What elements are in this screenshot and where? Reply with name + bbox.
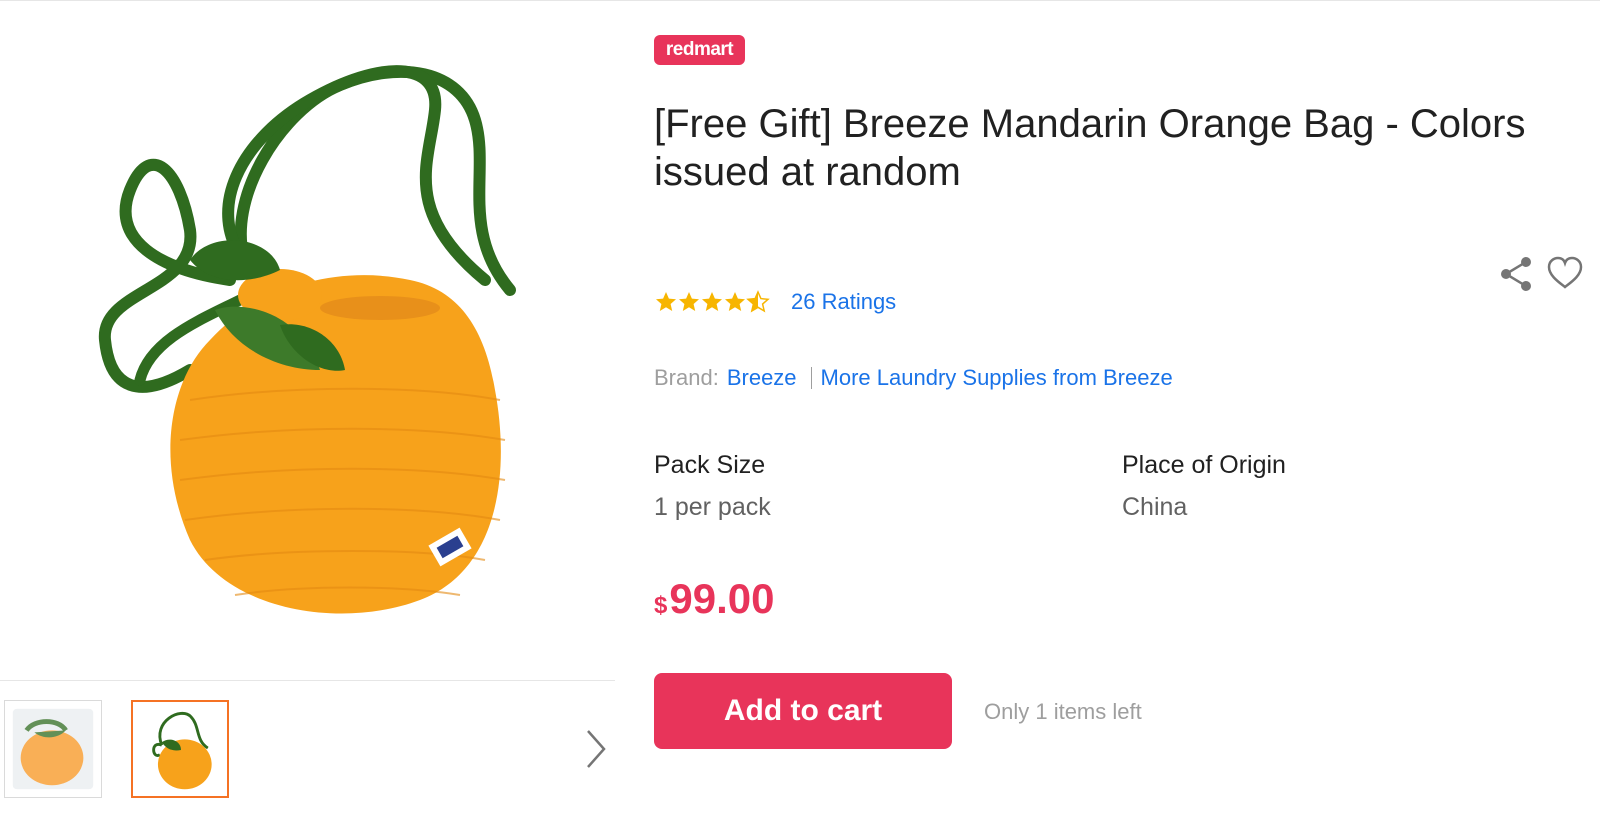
spec-value: China [1122,493,1188,521]
spec-name: Place of Origin [1122,451,1286,479]
ratings-link[interactable]: 26 Ratings [791,289,896,315]
rating-stars [654,290,770,314]
redmart-badge: redmart [654,35,745,65]
spec-name: Pack Size [654,451,766,479]
star-icon [679,292,699,311]
share-icon [1501,257,1531,291]
product-details: redmart [Free Gift] Breeze Mandarin Oran… [654,0,1600,814]
orange-bag-thumbnail-icon [152,711,212,790]
main-product-image[interactable] [40,40,560,630]
spec-pack-size: Pack Size 1 per pack [654,450,771,522]
crochet-orange-bag-icon [98,65,516,614]
spec-place-of-origin: Place of Origin China [1122,450,1286,522]
product-gallery [0,0,615,814]
add-to-cart-button[interactable]: Add to cart [654,673,952,749]
star-icon [725,292,745,311]
stock-note: Only 1 items left [984,699,1142,724]
rating-row: 26 Ratings [654,287,896,317]
gallery-next-button[interactable] [580,727,610,771]
star-half-icon [746,290,770,313]
brand-link[interactable]: Breeze [727,365,797,391]
product-title: [Free Gift] Breeze Mandarin Orange Bag -… [654,102,1526,194]
heart-icon [1547,256,1583,289]
brand-label: Brand: [654,365,719,390]
star-icon [702,292,722,311]
more-from-brand-link[interactable]: More Laundry Supplies from Breeze [821,365,1173,391]
spec-value: 1 per pack [654,493,771,521]
packaged-bag-thumbnail-icon [12,708,94,790]
wishlist-button[interactable] [1546,256,1584,290]
star-icon [656,292,676,311]
price-amount: 99.00 [669,575,775,622]
brand-row: Brand: Breeze More Laundry Supplies from… [654,365,1173,391]
chevron-right-icon [587,730,606,768]
thumbnail-orange-bag[interactable] [131,700,229,798]
gallery-divider [0,680,615,681]
brand-separator [810,367,812,389]
product-price: $ 99.00 [654,575,774,623]
share-button[interactable] [1499,255,1533,293]
price-currency: $ [654,592,668,619]
thumbnail-packaged-bag[interactable] [4,700,102,798]
